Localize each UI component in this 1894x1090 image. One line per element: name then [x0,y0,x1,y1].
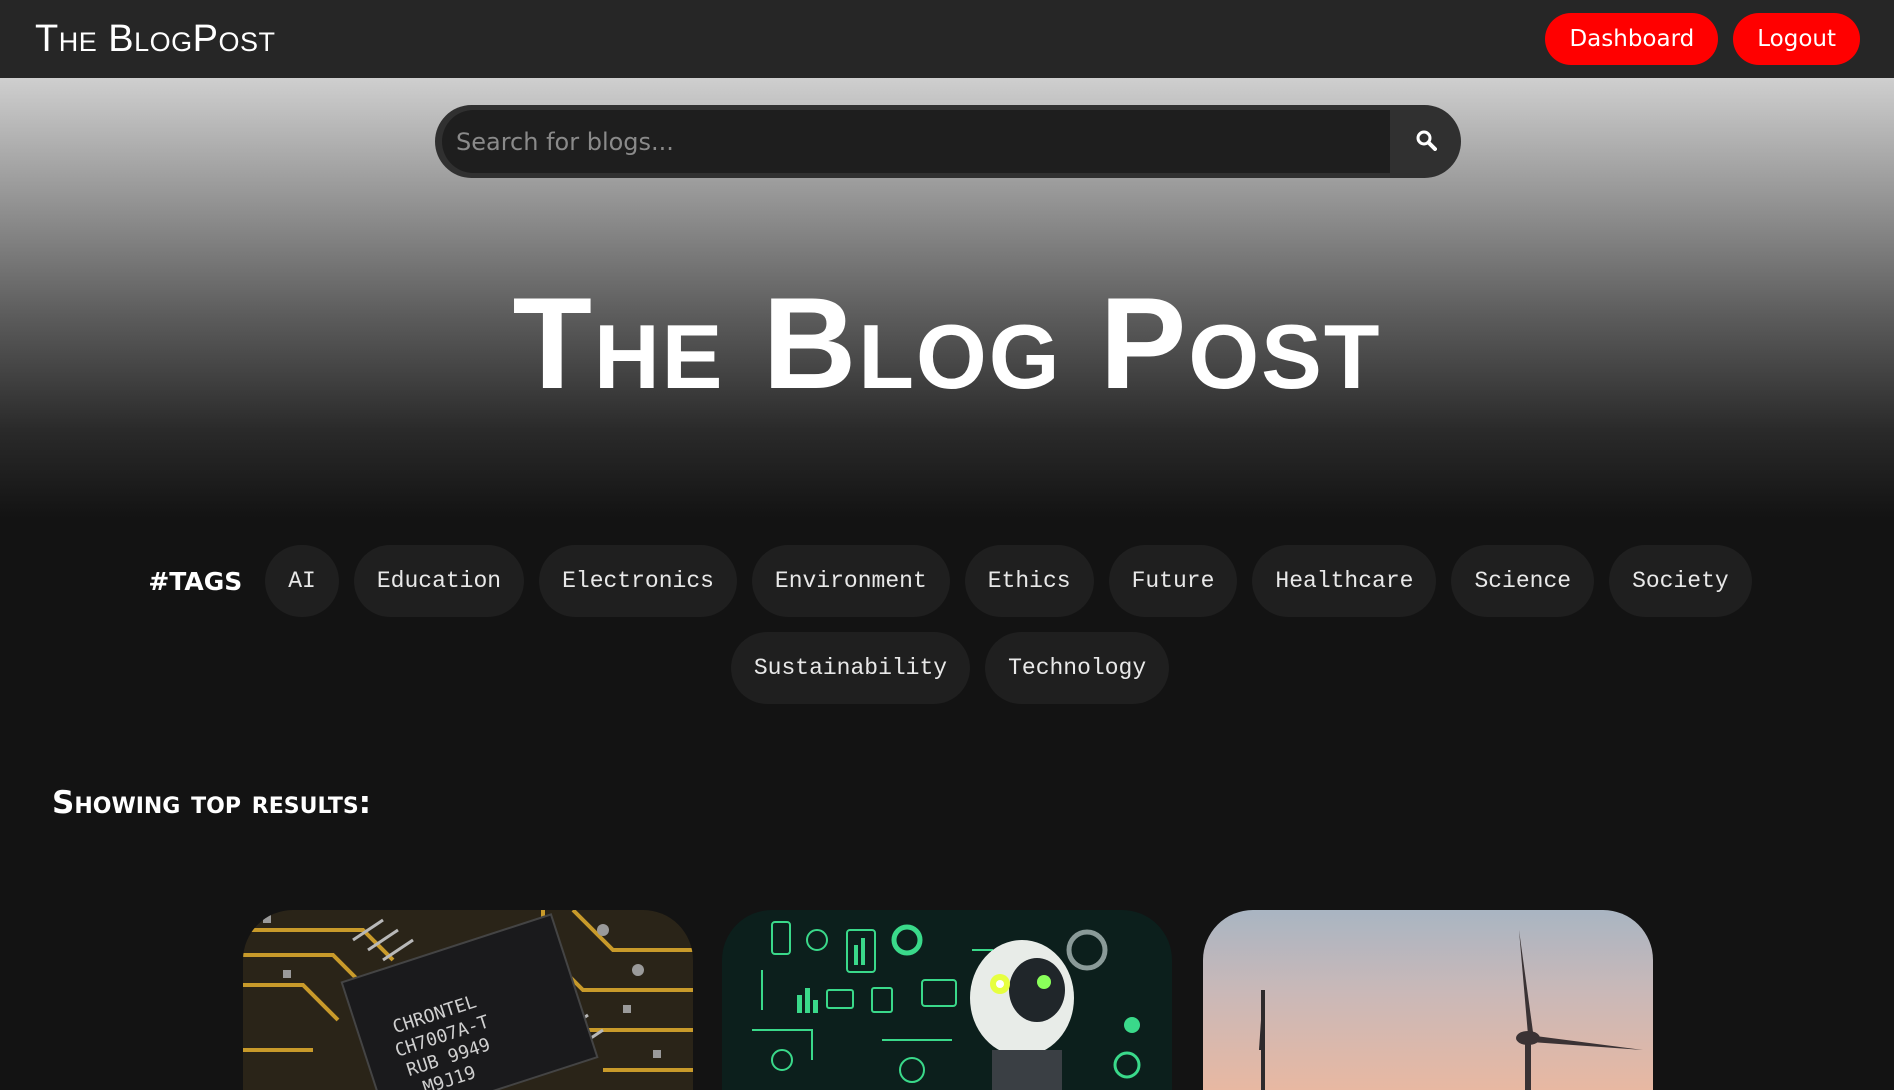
ai-robot-dashboard-image [722,910,1172,1090]
blog-card-ai[interactable] [722,910,1172,1090]
circuit-board-chip-image: CHRONTEL CH7007A-T RUB 9949 M9J19 [243,910,693,1090]
blog-card-sustainability[interactable] [1203,910,1653,1090]
tag-future[interactable]: Future [1108,545,1238,617]
tags-label: #TAGS [148,566,243,596]
wind-turbine-sunset-image [1203,910,1653,1090]
tag-ethics[interactable]: Ethics [964,545,1094,617]
search-bar [435,105,1461,178]
tag-electronics[interactable]: Electronics [539,545,737,617]
tag-ai[interactable]: AI [265,545,339,617]
navbar: The BlogPost Dashboard Logout [0,0,1894,78]
tag-healthcare[interactable]: Healthcare [1252,545,1437,617]
blog-card-electronics[interactable]: CHRONTEL CH7007A-T RUB 9949 M9J19 [243,910,693,1090]
logout-button[interactable]: Logout [1733,13,1860,65]
tag-environment[interactable]: Environment [751,545,950,617]
tag-sustainability[interactable]: Sustainability [730,632,971,704]
tag-technology[interactable]: Technology [985,632,1170,704]
tags-bar: #TAGS AI Education Electronics Environme… [130,545,1770,704]
results-heading: Showing top results: [52,785,372,821]
search-icon [1415,129,1437,155]
hero-section: The Blog Post [0,78,1894,518]
brand-logo[interactable]: The BlogPost [35,18,276,61]
dashboard-button[interactable]: Dashboard [1545,13,1719,65]
page-title: The Blog Post [512,270,1382,416]
tag-science[interactable]: Science [1451,545,1595,617]
search-input[interactable] [442,110,1390,173]
tag-education[interactable]: Education [353,545,525,617]
tag-society[interactable]: Society [1609,545,1752,617]
search-button[interactable] [1390,105,1461,178]
nav-actions: Dashboard Logout [1545,13,1860,65]
